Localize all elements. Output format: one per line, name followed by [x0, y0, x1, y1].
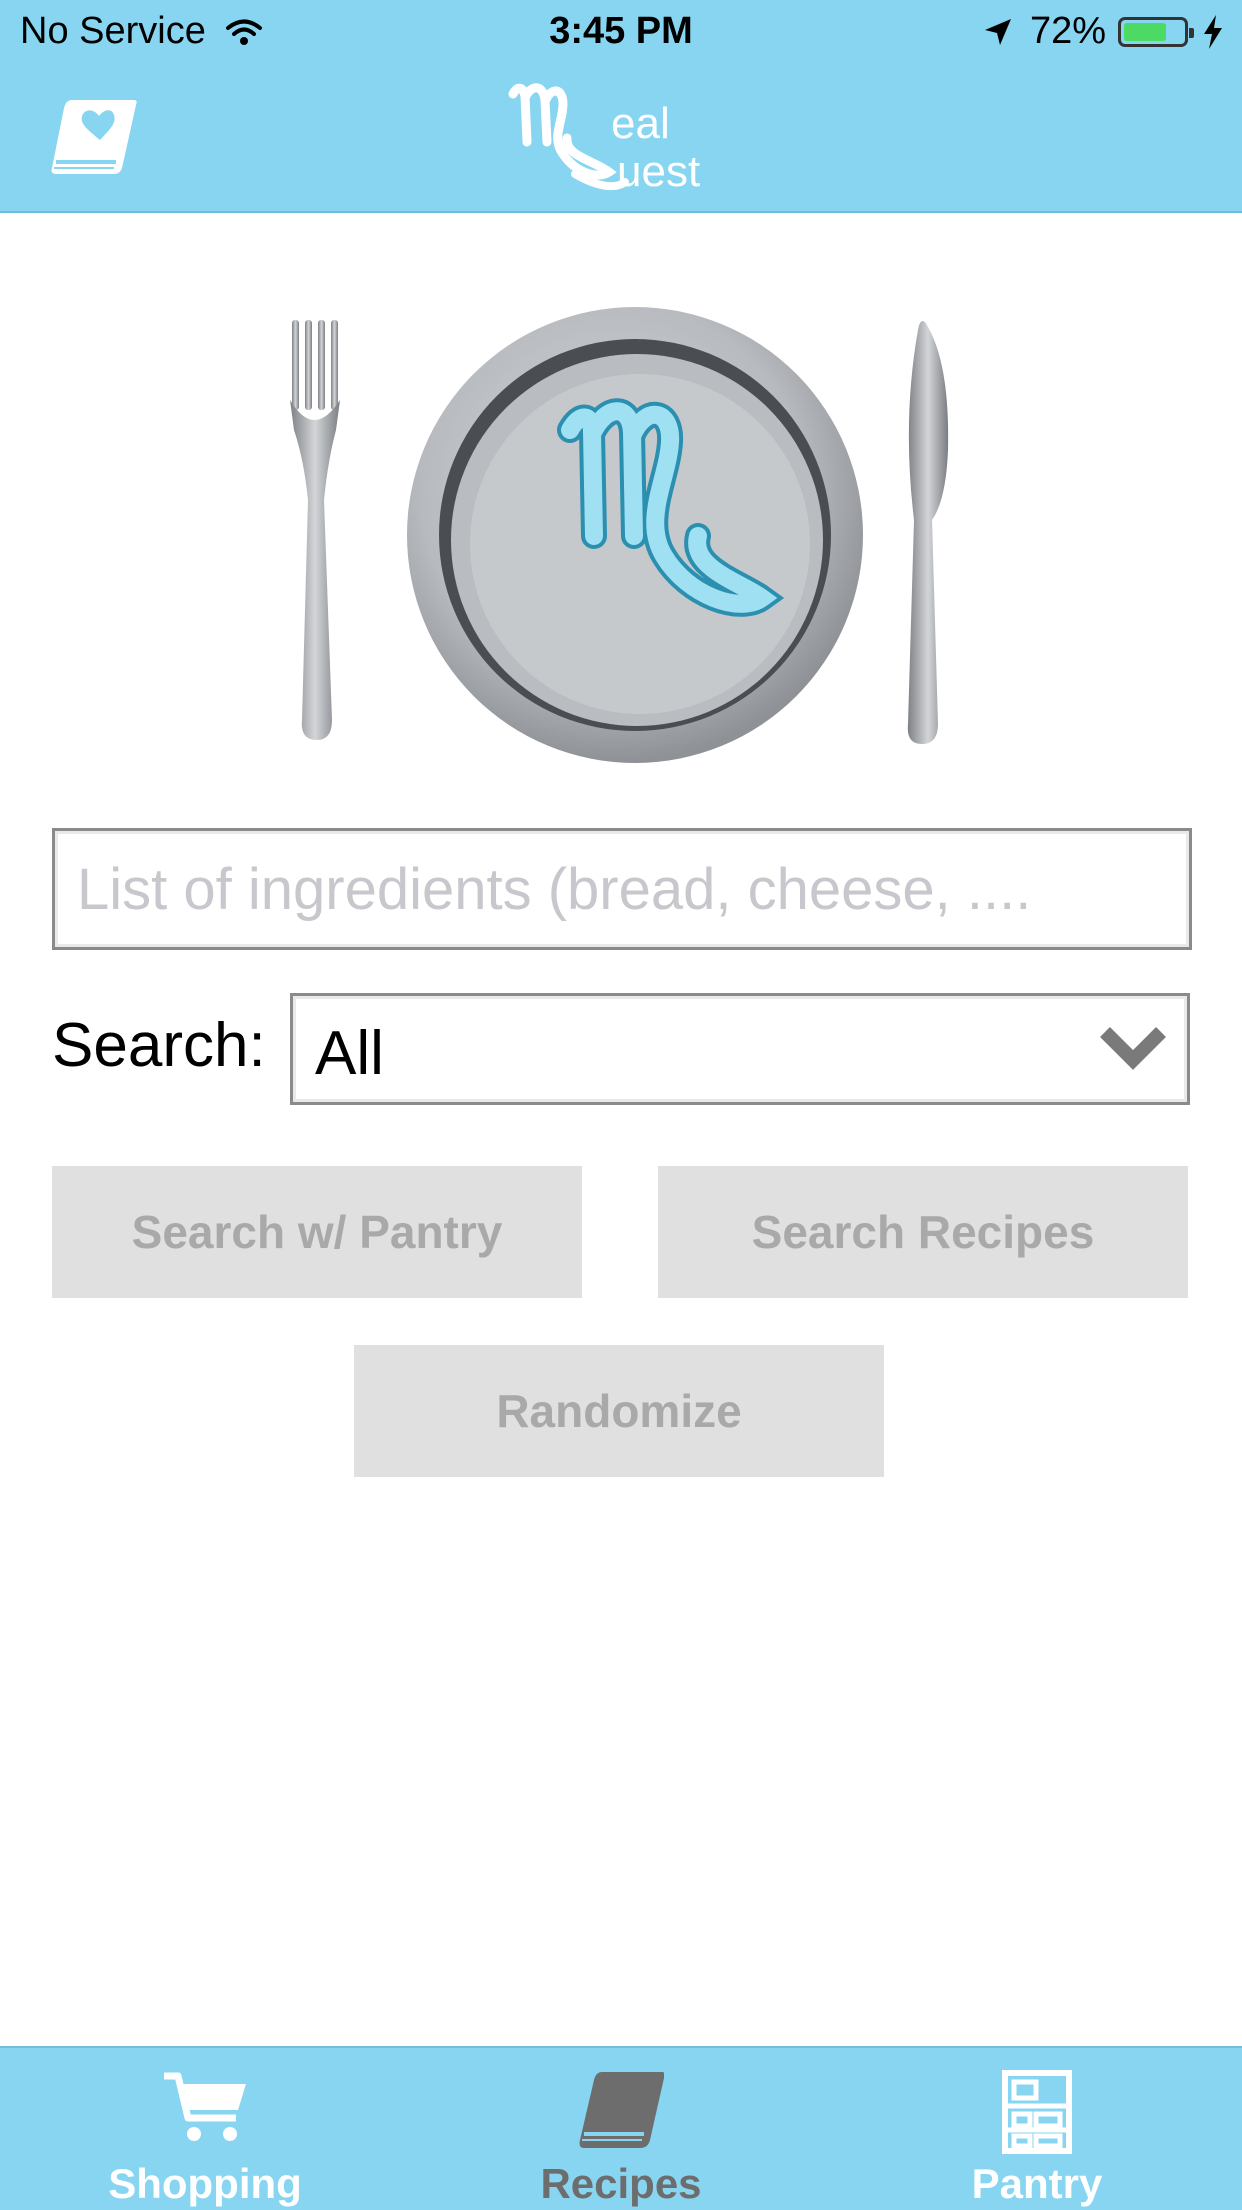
chevron-down-icon — [1100, 1027, 1166, 1070]
tab-bar: Shopping Recipes Pantry — [0, 2046, 1242, 2210]
battery-nub — [1189, 27, 1194, 38]
svg-text:eal: eal — [611, 99, 670, 148]
search-with-pantry-button[interactable]: Search w/ Pantry — [52, 1166, 582, 1298]
status-bar: No Service 3:45 PM 72% — [0, 0, 1242, 66]
battery-fill — [1124, 22, 1166, 41]
knife-icon — [907, 321, 949, 744]
book-icon — [579, 2072, 664, 2148]
cart-icon — [164, 2072, 246, 2141]
svg-text:uest: uest — [617, 147, 700, 196]
status-right: 72% — [982, 10, 1224, 53]
nav-bar: eal uest — [0, 66, 1242, 213]
tab-shopping[interactable]: Shopping — [80, 2048, 330, 2210]
pantry-shelf-icon — [1002, 2070, 1072, 2154]
location-arrow-icon — [984, 18, 1011, 45]
tab-recipes-label: Recipes — [540, 2160, 702, 2207]
meal-quest-logo: eal uest — [508, 83, 700, 196]
randomize-button[interactable]: Randomize — [354, 1345, 884, 1477]
charging-bolt-icon — [1204, 14, 1222, 49]
tab-pantry-label: Pantry — [971, 2160, 1103, 2207]
search-recipes-button[interactable]: Search Recipes — [658, 1166, 1188, 1298]
fork-icon — [290, 320, 340, 740]
search-type-value: All — [315, 1019, 384, 1088]
tab-shopping-label: Shopping — [108, 2160, 302, 2207]
tab-pantry[interactable]: Pantry — [912, 2048, 1162, 2210]
battery-icon — [1118, 16, 1194, 47]
ingredients-input[interactable] — [52, 828, 1192, 950]
battery-percent: 72% — [1029, 10, 1106, 52]
plate-illustration — [290, 307, 949, 763]
search-label: Search: — [52, 1011, 266, 1080]
search-type-dropdown[interactable]: All — [290, 993, 1190, 1105]
favorites-book-icon[interactable] — [50, 96, 138, 178]
tab-recipes[interactable]: Recipes — [496, 2048, 746, 2210]
